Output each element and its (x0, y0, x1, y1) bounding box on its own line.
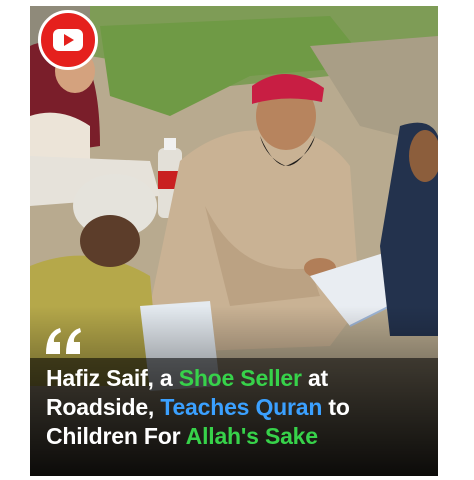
caption-highlight-shoe-seller: Shoe Seller (178, 365, 302, 391)
caption-highlight-teaches-quran: Teaches Quran (160, 394, 323, 420)
post-card: Hafiz Saif, a Shoe Seller at Roadside, T… (30, 6, 438, 476)
caption-highlight-allahs-sake: Allah's Sake (185, 423, 318, 449)
caption-text: Hafiz Saif, a (46, 365, 179, 391)
youtube-play-icon (53, 29, 83, 51)
youtube-badge[interactable] (38, 10, 98, 70)
post-caption: Hafiz Saif, a Shoe Seller at Roadside, T… (46, 364, 430, 451)
quote-icon (46, 328, 81, 354)
